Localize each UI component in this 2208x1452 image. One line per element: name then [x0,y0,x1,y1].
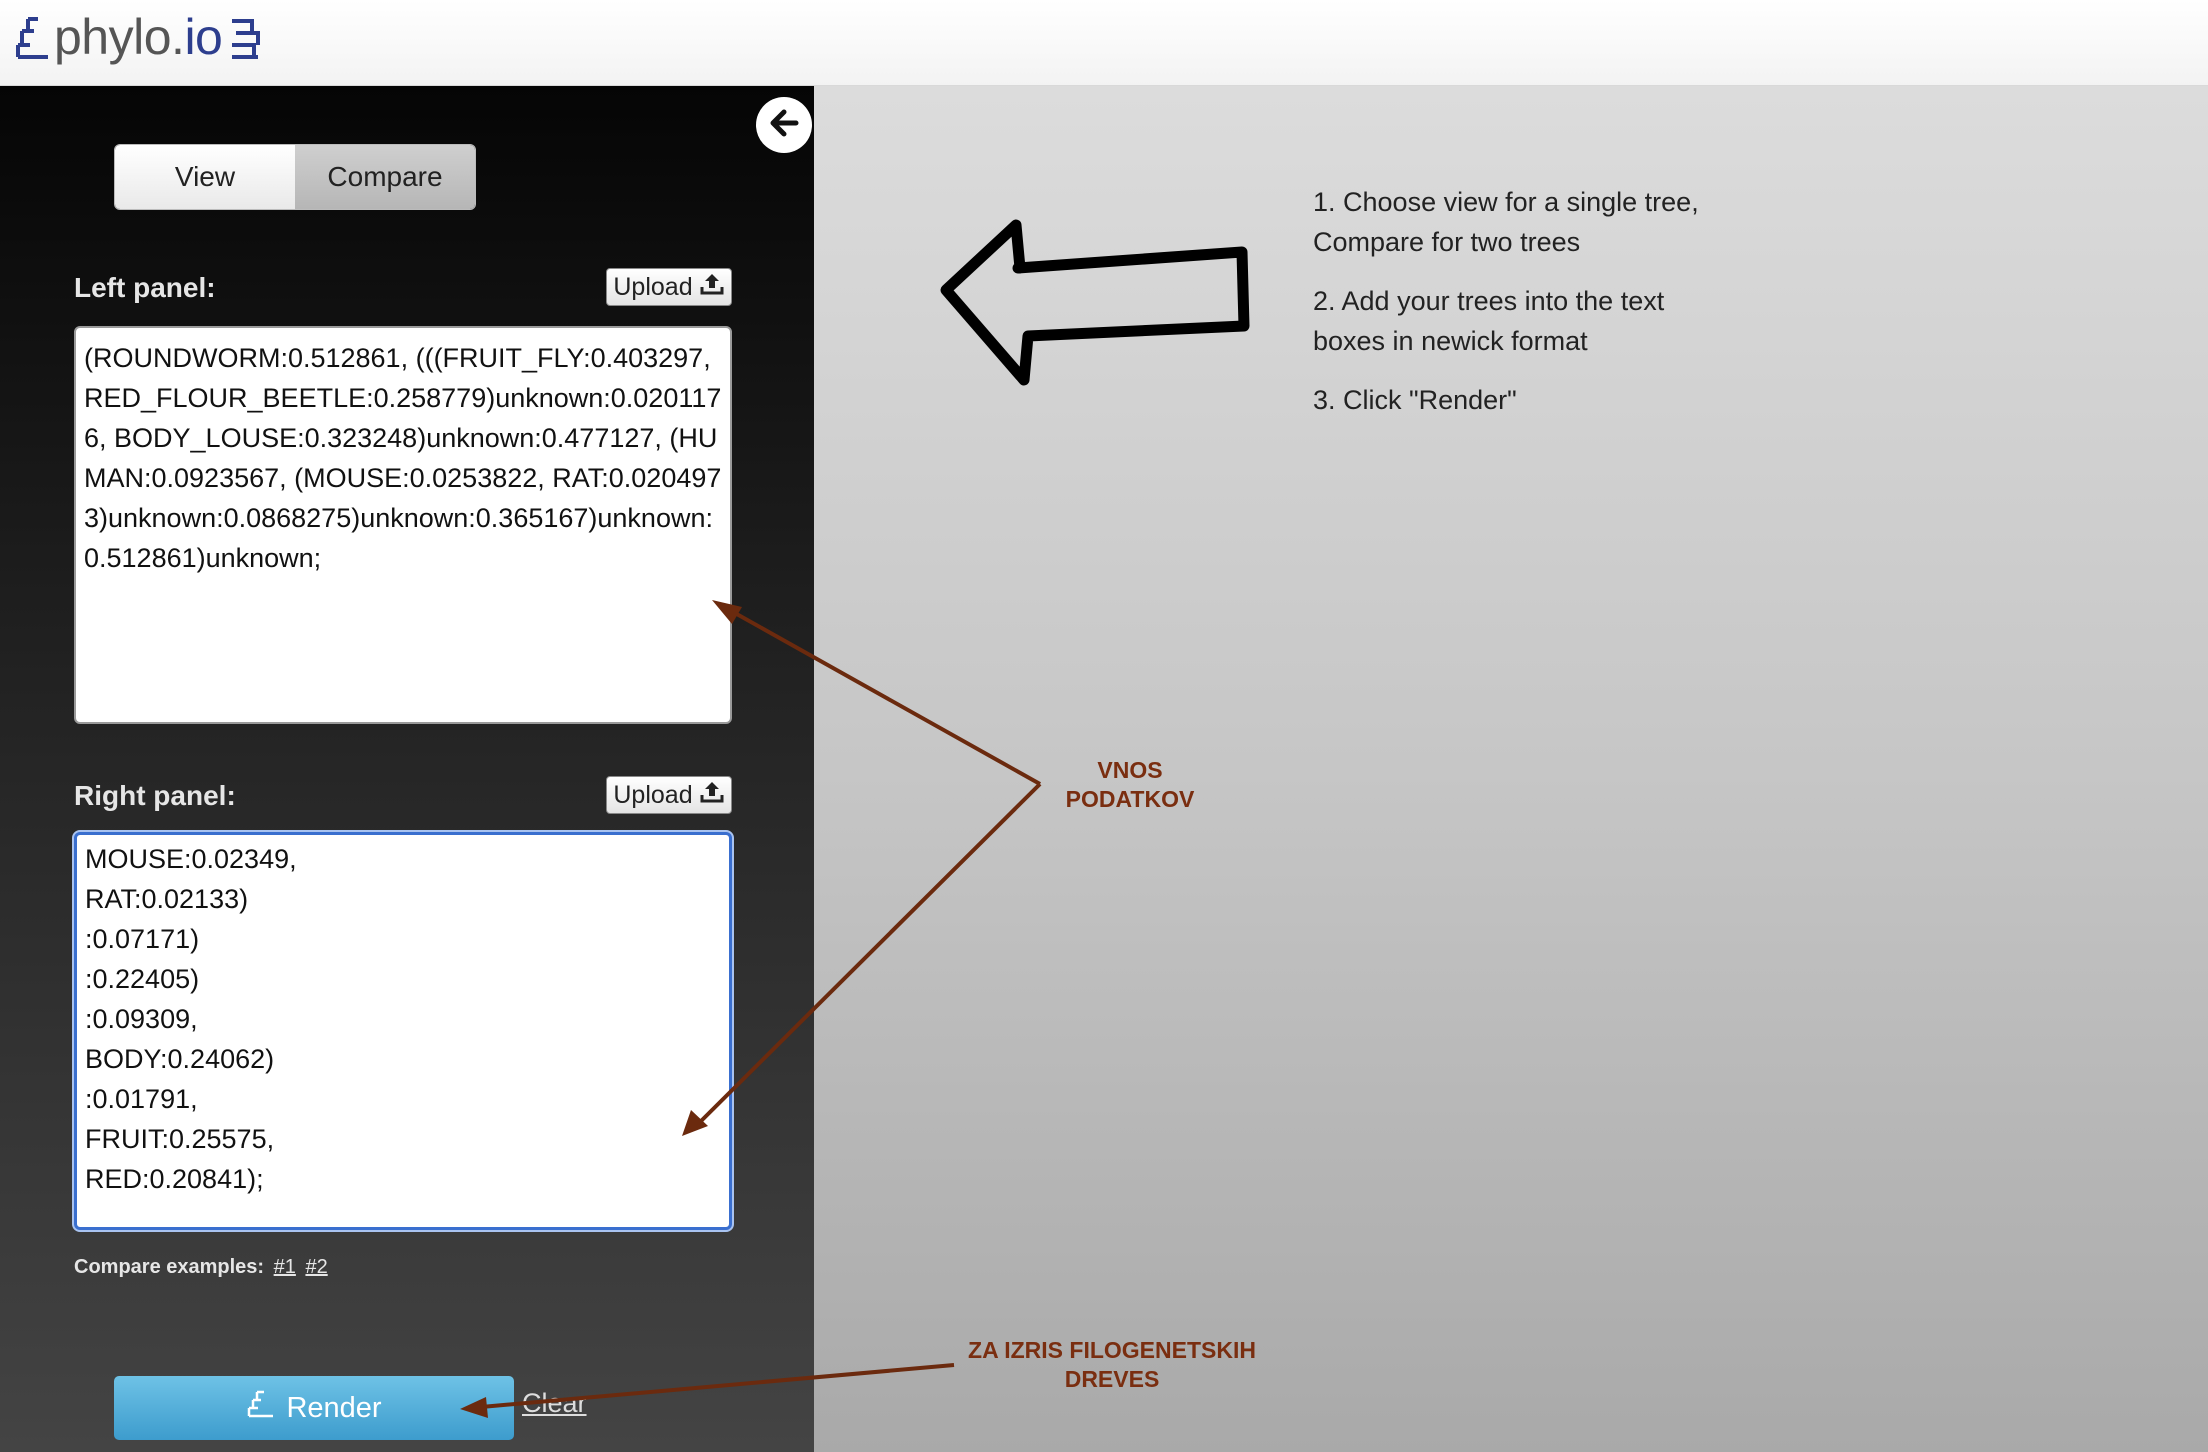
top-header: phylo.io [0,0,2208,86]
arrow-left-icon [764,103,804,148]
clear-link[interactable]: Clear [522,1388,587,1419]
instruction-step-1: 1. Choose view for a single tree, Compar… [1313,187,1699,257]
left-tree-input[interactable]: (ROUNDWORM:0.512861, (((FRUIT_FLY:0.4032… [74,326,732,724]
instructions: 1. Choose view for a single tree, Compar… [1313,182,1733,439]
compare-examples: Compare examples: #1 #2 [74,1256,328,1279]
right-upload-button[interactable]: Upload [606,776,732,814]
tree-icon [246,1389,276,1427]
render-annotation: ZA IZRIS FILOGENETSKIH DREVES [968,1337,1256,1392]
upload-icon [699,779,725,812]
example-link-1[interactable]: #1 [274,1256,296,1278]
mode-toggle: View Compare [114,144,476,210]
upload-label: Upload [613,780,693,809]
render-button[interactable]: Render [114,1376,514,1440]
data-input-annotation: VNOS PODATKOV [1065,757,1195,812]
collapse-sidebar-button[interactable] [756,97,812,153]
examples-label: Compare examples: [74,1256,265,1278]
phylo-logo[interactable]: phylo.io [14,6,262,68]
left-panel-label: Left panel: [74,272,216,303]
left-upload-button[interactable]: Upload [606,268,732,306]
tab-compare[interactable]: Compare [295,145,475,209]
phylo-logo-end-icon [228,13,262,61]
tab-view[interactable]: View [115,145,295,209]
upload-label: Upload [613,272,693,301]
example-link-2[interactable]: #2 [305,1256,327,1278]
phylo-logo-icon [14,13,54,61]
logo-text: phylo.io [54,9,223,65]
right-tree-input[interactable]: MOUSE:0.02349, RAT:0.02133) :0.07171) :0… [74,832,732,1230]
instruction-step-3: 3. Click "Render" [1313,385,1517,415]
render-label: Render [286,1391,382,1424]
upload-icon [699,271,725,304]
instruction-step-2: 2. Add your trees into the text boxes in… [1313,286,1665,356]
sidebar: View Compare Left panel: Upload (ROUNDWO… [0,86,814,1452]
right-panel-label: Right panel: [74,780,236,811]
